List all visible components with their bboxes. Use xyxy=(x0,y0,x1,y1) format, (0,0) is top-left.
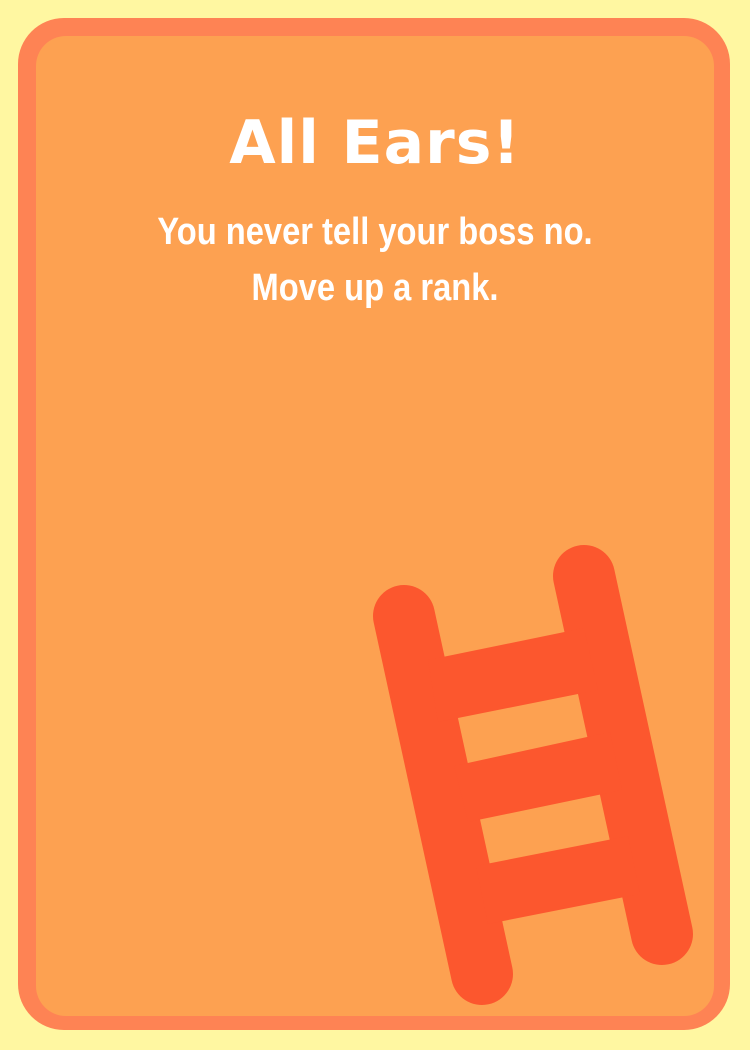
card-face: All Ears! You never tell your boss no. M… xyxy=(36,36,714,1016)
ladder-rung-2 xyxy=(454,732,622,822)
ladder-rung-3 xyxy=(476,836,640,924)
ladder-rung-1 xyxy=(428,628,598,722)
ladder-icon xyxy=(373,545,693,1005)
